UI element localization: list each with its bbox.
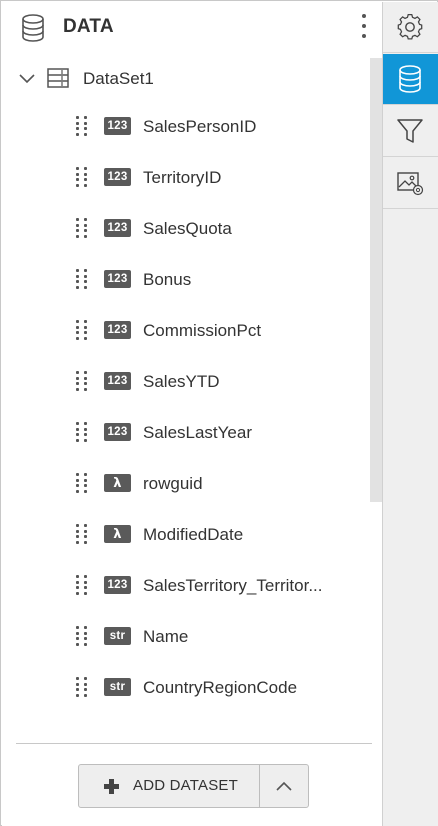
- field-item[interactable]: 123 SalesLastYear: [2, 408, 370, 459]
- drag-handle-icon[interactable]: [76, 269, 88, 289]
- field-item[interactable]: 123 SalesPersonID: [2, 102, 370, 153]
- field-label: SalesTerritory_Territor...: [143, 576, 323, 595]
- field-item[interactable]: 123 SalesQuota: [2, 204, 370, 255]
- scrollbar[interactable]: [370, 54, 382, 730]
- field-item[interactable]: 123 SalesTerritory_Territor...: [2, 561, 370, 612]
- drag-handle-icon[interactable]: [76, 167, 88, 187]
- field-item[interactable]: str CountryRegionCode: [2, 663, 370, 714]
- field-type-badge: str: [104, 678, 131, 696]
- field-label: Bonus: [143, 270, 192, 289]
- drag-handle-icon[interactable]: [76, 677, 88, 697]
- add-dataset-split-button: ADD DATASET: [78, 764, 309, 808]
- field-type-badge: str: [104, 627, 131, 645]
- drag-handle-icon[interactable]: [76, 626, 88, 646]
- field-label: CommissionPct: [143, 321, 262, 340]
- drag-handle-icon[interactable]: [76, 575, 88, 595]
- drag-handle-icon[interactable]: [76, 422, 88, 442]
- field-label: SalesYTD: [143, 372, 220, 391]
- tab-data[interactable]: [383, 54, 438, 105]
- field-item[interactable]: λ ModifiedDate: [2, 510, 370, 561]
- dataset-label: DataSet1: [83, 69, 154, 88]
- data-panel: DATA DataSet1 123 SalesPersonID 123 Territo: [2, 2, 382, 826]
- tab-filter[interactable]: [383, 106, 438, 157]
- drag-handle-icon[interactable]: [76, 218, 88, 238]
- drag-handle-icon[interactable]: [76, 473, 88, 493]
- field-label: Name: [143, 627, 189, 646]
- field-label: SalesLastYear: [143, 423, 253, 442]
- field-type-badge: 123: [104, 423, 131, 441]
- database-icon: [22, 14, 44, 42]
- drag-handle-icon[interactable]: [76, 320, 88, 340]
- database-icon: [399, 65, 421, 93]
- drag-handle-icon[interactable]: [76, 524, 88, 544]
- tab-image-settings[interactable]: [383, 158, 438, 209]
- field-type-badge: 123: [104, 270, 131, 288]
- sidebar-tab-strip: [382, 2, 438, 826]
- panel-title: DATA: [63, 16, 114, 37]
- scrollbar-thumb[interactable]: [370, 58, 382, 502]
- chevron-up-icon: [276, 781, 292, 791]
- field-type-badge: 123: [104, 372, 131, 390]
- field-label: rowguid: [143, 474, 203, 493]
- add-dataset-button[interactable]: ADD DATASET: [79, 765, 259, 807]
- field-item[interactable]: 123 SalesYTD: [2, 357, 370, 408]
- add-dataset-label: ADD DATASET: [133, 777, 238, 794]
- field-label: SalesQuota: [143, 219, 232, 238]
- field-type-badge: λ: [104, 525, 131, 543]
- field-type-badge: λ: [104, 474, 131, 492]
- tab-properties[interactable]: [383, 2, 438, 53]
- field-label: SalesPersonID: [143, 117, 257, 136]
- more-options-icon[interactable]: [357, 12, 371, 40]
- drag-handle-icon[interactable]: [76, 371, 88, 391]
- field-item[interactable]: str Name: [2, 612, 370, 663]
- plus-icon: [104, 779, 119, 794]
- field-label: ModifiedDate: [143, 525, 244, 544]
- gear-icon: [397, 13, 423, 40]
- field-label: TerritoryID: [143, 168, 222, 187]
- dataset-node[interactable]: DataSet1: [2, 54, 370, 102]
- field-item[interactable]: 123 CommissionPct: [2, 306, 370, 357]
- footer-divider: [16, 743, 372, 744]
- field-item[interactable]: λ rowguid: [2, 459, 370, 510]
- drag-handle-icon[interactable]: [76, 116, 88, 136]
- field-tree: DataSet1 123 SalesPersonID 123 TerritoryID 1…: [2, 54, 370, 730]
- image-settings-icon: [397, 172, 424, 196]
- field-type-badge: 123: [104, 321, 131, 339]
- field-type-badge: 123: [104, 576, 131, 594]
- panel-header: DATA: [2, 2, 382, 54]
- table-icon: [47, 68, 69, 88]
- field-item[interactable]: 123 TerritoryID: [2, 153, 370, 204]
- field-type-badge: 123: [104, 117, 131, 135]
- filter-icon: [397, 119, 423, 143]
- field-type-badge: 123: [104, 168, 131, 186]
- add-dataset-dropdown-toggle[interactable]: [260, 765, 308, 807]
- field-type-badge: 123: [104, 219, 131, 237]
- field-label: CountryRegionCode: [143, 678, 298, 697]
- field-item[interactable]: 123 Bonus: [2, 255, 370, 306]
- window-frame: DATA DataSet1 123 SalesPersonID 123 Territo: [0, 0, 438, 826]
- chevron-down-icon[interactable]: [18, 70, 36, 86]
